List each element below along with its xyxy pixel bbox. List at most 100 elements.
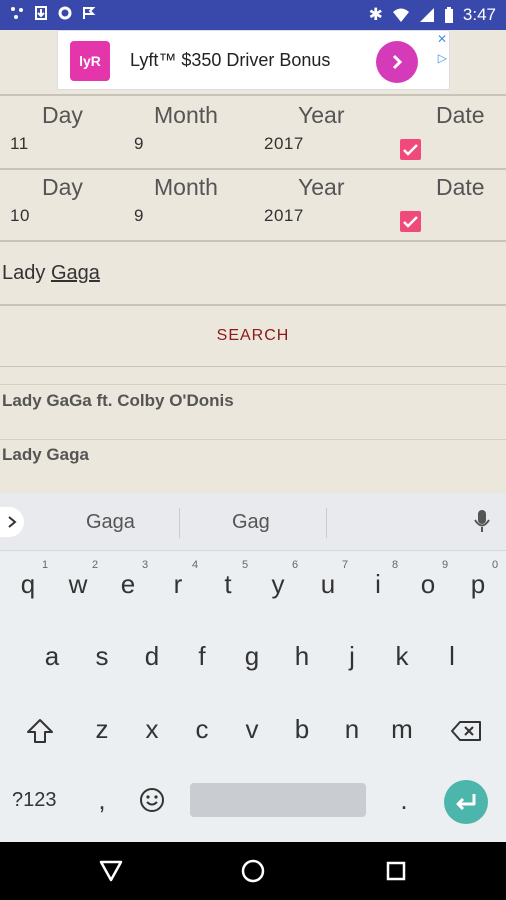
ad-banner[interactable]: lyR Lyft™ $350 Driver Bonus ✕ ▷ [57,30,450,90]
key-o[interactable]: o [403,569,453,600]
year-value[interactable]: 2017 [264,206,304,226]
date-row-2: Day Month Year Date 10 9 2017 [0,168,506,242]
key-hint: 7 [342,559,349,571]
key-hint: 0 [492,559,499,571]
ad-go-button[interactable] [376,41,418,83]
key-v[interactable]: v [227,714,277,745]
key-hint: 3 [142,559,149,571]
home-icon[interactable] [241,859,265,883]
key-t[interactable]: t [203,569,253,600]
backspace-key[interactable] [446,715,486,747]
key-n[interactable]: n [327,714,377,745]
key-a[interactable]: a [27,641,77,672]
key-d[interactable]: d [127,641,177,672]
key-w[interactable]: w [53,569,103,600]
ad-close-icon[interactable]: ✕ [437,32,447,46]
suggestion-strip: Gaga Gag [0,493,506,551]
key-p[interactable]: p [453,569,503,600]
month-value[interactable]: 9 [134,134,144,154]
result-item[interactable]: Lady Gaga [0,439,506,494]
month-label: Month [154,174,218,200]
key-x[interactable]: x [127,714,177,745]
key-h[interactable]: h [277,641,327,672]
key-f[interactable]: f [177,641,227,672]
key-b[interactable]: b [277,714,327,745]
shift-key[interactable] [22,715,58,747]
backspace-icon [451,721,481,741]
suggestion-divider [326,508,327,538]
ad-text[interactable]: Lyft™ $350 Driver Bonus [130,50,330,71]
navigation-bar [0,842,506,900]
status-notification-icons [10,6,96,20]
date-label: Date [436,174,485,200]
key-y[interactable]: y [253,569,303,600]
key-hint: 6 [292,559,299,571]
ad-info-icon[interactable]: ▷ [438,51,447,65]
year-value[interactable]: 2017 [264,134,304,154]
chevron-right-icon [392,54,403,70]
key-m[interactable]: m [377,714,427,745]
key-k[interactable]: k [377,641,427,672]
comma-key[interactable]: , [77,785,127,816]
check-icon [403,143,418,156]
share-icon [11,7,23,19]
emoji-key[interactable] [139,787,167,815]
key-z[interactable]: z [77,714,127,745]
key-c[interactable]: c [177,714,227,745]
key-hint: 9 [442,559,449,571]
key-e[interactable]: e [103,569,153,600]
result-label: Lady Gaga [2,445,89,464]
suggestion-2[interactable]: Gag [232,511,270,534]
expand-suggestions-button[interactable] [0,507,24,537]
key-g[interactable]: g [227,641,277,672]
result-item[interactable]: Lady GaGa ft. Colby O'Donis [0,384,506,440]
circle-icon [58,6,72,20]
period-key[interactable]: . [379,785,429,816]
emoji-icon [140,788,164,812]
key-hint: 8 [392,559,399,571]
year-label: Year [298,174,345,200]
search-button[interactable]: SEARCH [0,306,506,367]
bluetooth-icon: ✱ [368,5,383,24]
enter-icon [456,794,476,811]
artist-input-prefix: Lady [2,262,51,284]
soft-keyboard: Gaga Gag q w e r t y u i o p 1 2 3 4 5 6… [0,493,506,842]
suggestion-1[interactable]: Gaga [86,511,135,534]
key-u[interactable]: u [303,569,353,600]
key-j[interactable]: j [327,641,377,672]
key-l[interactable]: l [427,641,477,672]
lyft-logo: lyR [70,41,110,81]
day-value[interactable]: 10 [10,206,30,226]
recents-icon[interactable] [386,861,406,881]
key-s[interactable]: s [77,641,127,672]
result-label: Lady GaGa ft. Colby O'Donis [2,391,234,410]
date-checkbox[interactable] [400,211,421,232]
key-i[interactable]: i [353,569,403,600]
key-hint: 4 [192,559,199,571]
signal-icon [419,8,434,22]
microphone-icon[interactable] [474,509,490,533]
date-checkbox[interactable] [400,139,421,160]
key-r[interactable]: r [153,569,203,600]
wifi-icon [392,8,409,22]
key-hint: 2 [92,559,99,571]
status-time: 3:47 [462,5,496,24]
enter-key[interactable] [444,780,488,824]
day-value[interactable]: 11 [10,134,29,154]
key-q[interactable]: q [3,569,53,600]
check-icon [403,215,418,228]
download-icon [35,6,47,20]
artist-input-underlined: Gaga [50,262,100,284]
month-label: Month [154,102,218,128]
back-icon[interactable] [99,860,123,882]
artist-search-input[interactable]: Lady Gaga [0,242,506,306]
space-key[interactable] [190,783,366,817]
battery-icon [444,6,453,23]
date-row-1: Day Month Year Date 11 9 2017 [0,94,506,170]
suggestion-divider [179,508,180,538]
key-hint: 5 [242,559,249,571]
day-label: Day [42,174,83,200]
month-value[interactable]: 9 [134,206,144,226]
symbols-key[interactable]: ?123 [12,789,57,812]
artist-input-text[interactable]: Lady Gaga [2,262,100,285]
